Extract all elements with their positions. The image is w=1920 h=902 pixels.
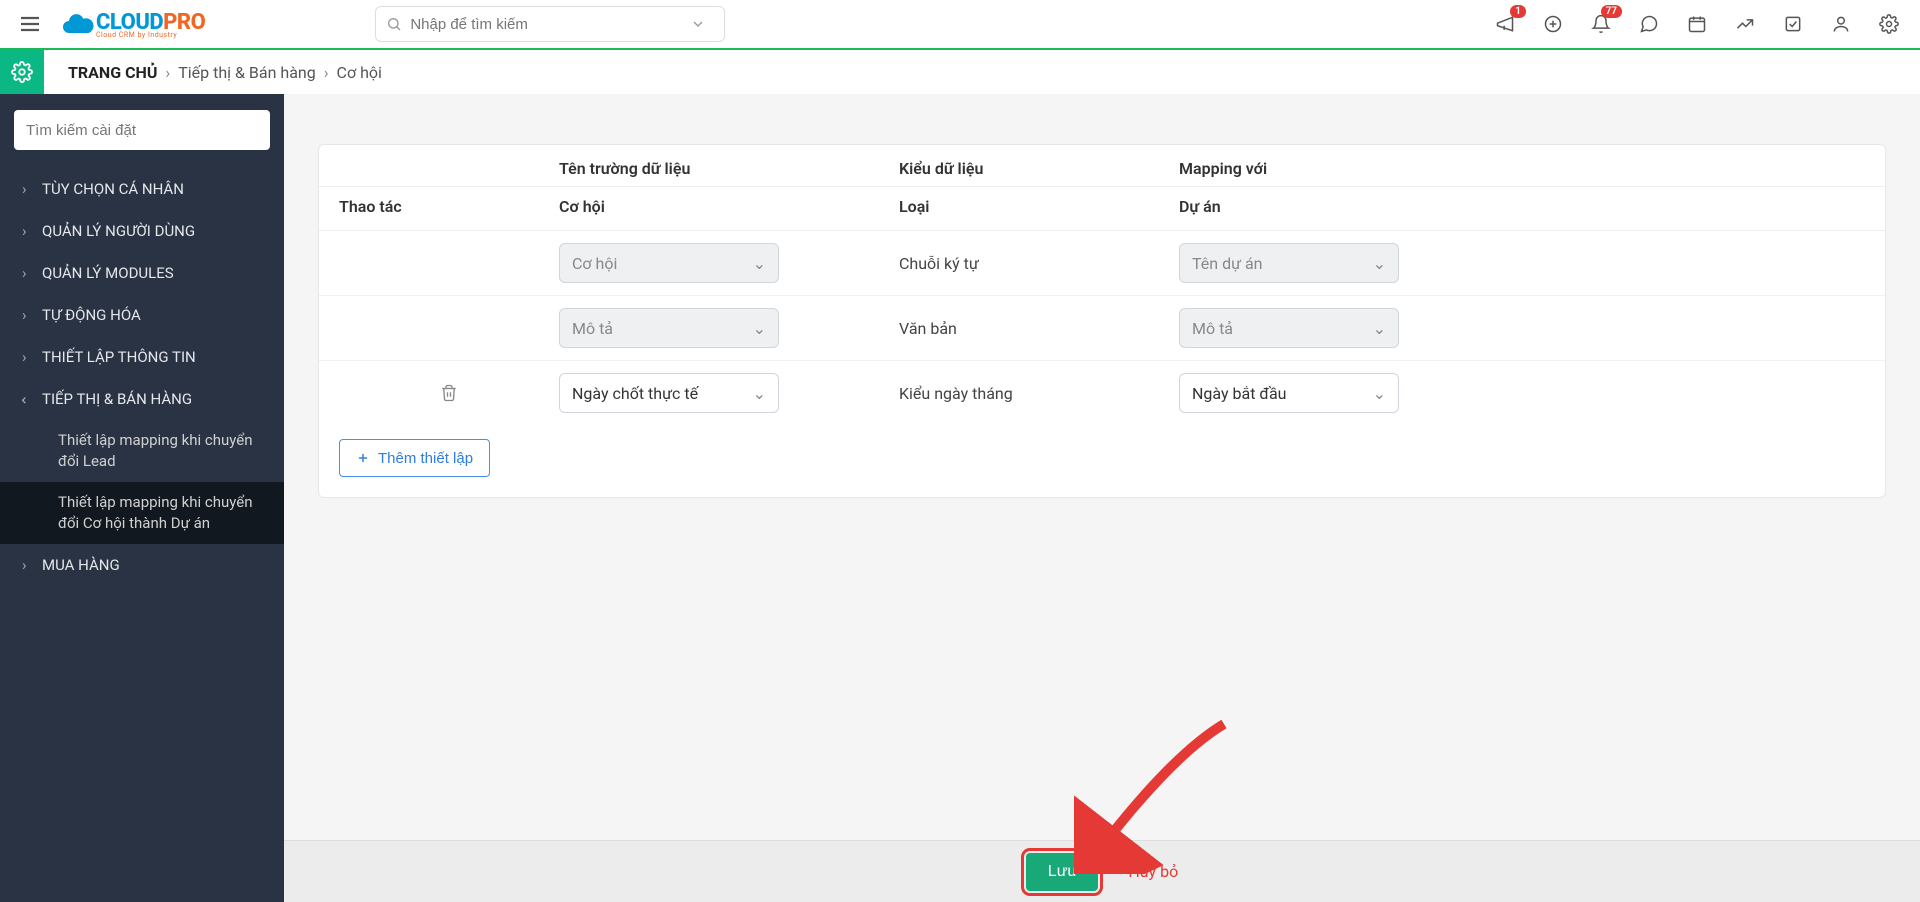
sidebar-item[interactable]: › QUẢN LÝ NGƯỜI DÙNG: [0, 210, 284, 252]
mapping-card: Tên trường dữ liệu Kiểu dữ liệu Mapping …: [318, 144, 1886, 498]
sidebar-sub-item[interactable]: Thiết lập mapping khi chuyển đổi Lead: [0, 420, 284, 482]
chevron-down-icon: ⌄: [753, 319, 766, 338]
sidebar-item-label: QUẢN LÝ MODULES: [42, 264, 174, 282]
sidebar-item-label: THIẾT LẬP THÔNG TIN: [42, 348, 196, 366]
save-button[interactable]: Lưu: [1026, 853, 1099, 891]
mapping-select[interactable]: Ngày bắt đầu ⌄: [1179, 373, 1399, 413]
col-data-type: Kiểu dữ liệu: [899, 159, 1179, 178]
mapping-select: Tên dự án ⌄: [1179, 243, 1399, 283]
breadcrumb-home[interactable]: TRANG CHỦ: [68, 63, 157, 82]
chevron-down-icon: ⌄: [1373, 254, 1386, 273]
chevron-icon: ›: [22, 556, 32, 574]
chevron-icon: ›: [22, 306, 32, 324]
sidebar-search-input[interactable]: [14, 110, 270, 150]
settings-panel-button[interactable]: [0, 50, 44, 94]
col-opportunity: Cơ hội: [559, 197, 899, 216]
select-value: Mô tả: [572, 319, 613, 338]
user-icon[interactable]: [1830, 13, 1852, 35]
sidebar-item-label: MUA HÀNG: [42, 556, 120, 574]
announcement-icon[interactable]: 1: [1494, 13, 1516, 35]
sidebar-item-label: TÙY CHỌN CÁ NHÂN: [42, 180, 184, 198]
sidebar-item[interactable]: › MUA HÀNG: [0, 544, 284, 586]
sidebar-item[interactable]: › TỰ ĐỘNG HÓA: [0, 294, 284, 336]
field-select: Cơ hội ⌄: [559, 243, 779, 283]
breadcrumb-sep: ›: [324, 63, 329, 82]
settings-sidebar: › TÙY CHỌN CÁ NHÂN › QUẢN LÝ NGƯỜI DÙNG › QUẢ…: [0, 94, 284, 902]
col-project: Dự án: [1179, 197, 1865, 216]
breadcrumb-l1[interactable]: Tiếp thị & Bán hàng: [178, 63, 316, 82]
chevron-down-icon: ⌄: [753, 254, 766, 273]
sidebar-item[interactable]: › QUẢN LÝ MODULES: [0, 252, 284, 294]
logo[interactable]: CLOUDPRO Cloud CRM by Industry: [60, 4, 205, 44]
chevron-icon: ›: [22, 348, 32, 366]
select-value: Tên dự án: [1192, 254, 1263, 273]
sidebar-sub-item[interactable]: Thiết lập mapping khi chuyển đổi Cơ hội …: [0, 482, 284, 544]
main-area: Tên trường dữ liệu Kiểu dữ liệu Mapping …: [284, 94, 1920, 902]
select-value: Mô tả: [1192, 319, 1233, 338]
task-icon[interactable]: [1782, 13, 1804, 35]
data-type-value: Kiểu ngày tháng: [899, 384, 1179, 403]
add-icon[interactable]: [1542, 13, 1564, 35]
cloud-icon: [60, 6, 96, 42]
analytics-icon[interactable]: [1734, 13, 1756, 35]
breadcrumb-l2[interactable]: Cơ hội: [337, 63, 382, 82]
settings-icon[interactable]: [1878, 13, 1900, 35]
data-type-value: Văn bản: [899, 319, 1179, 338]
chevron-down-icon: ⌄: [1373, 384, 1386, 403]
table-row: Ngày chốt thực tế⌄Kiểu ngày thángNgày bắ…: [319, 361, 1885, 425]
announcement-badge: 1: [1510, 5, 1526, 18]
field-select[interactable]: Ngày chốt thực tế ⌄: [559, 373, 779, 413]
table-row: Cơ hội ⌄ Chuỗi ký tự Tên dự án ⌄: [319, 231, 1885, 296]
col-field-name: Tên trường dữ liệu: [559, 159, 899, 178]
sidebar-item[interactable]: › TÙY CHỌN CÁ NHÂN: [0, 168, 284, 210]
chevron-down-icon: ⌄: [753, 384, 766, 403]
chevron-icon: ›: [22, 222, 32, 240]
field-select: Mô tả ⌄: [559, 308, 779, 348]
data-type-value: Chuỗi ký tự: [899, 254, 1179, 273]
topbar-actions: 1 77: [1494, 13, 1910, 35]
breadcrumb-row: TRANG CHỦ › Tiếp thị & Bán hàng › Cơ hội: [0, 50, 1920, 94]
mapping-select: Mô tả ⌄: [1179, 308, 1399, 348]
col-type: Loại: [899, 197, 1179, 216]
sidebar-item-label: QUẢN LÝ NGƯỜI DÙNG: [42, 222, 195, 240]
add-setting-label: Thêm thiết lập: [378, 450, 473, 467]
col-action: Thao tác: [339, 197, 559, 216]
chat-icon[interactable]: [1638, 13, 1660, 35]
notification-icon[interactable]: 77: [1590, 13, 1612, 35]
chevron-icon: ›: [22, 180, 32, 198]
chevron-down-icon: [690, 16, 706, 32]
chevron-down-icon: ⌄: [1373, 319, 1386, 338]
sidebar-item-label: TỰ ĐỘNG HÓA: [42, 306, 141, 324]
add-setting-button[interactable]: Thêm thiết lập: [339, 439, 490, 477]
calendar-icon[interactable]: [1686, 13, 1708, 35]
sidebar-item[interactable]: › THIẾT LẬP THÔNG TIN: [0, 336, 284, 378]
select-value: Ngày chốt thực tế: [572, 384, 698, 403]
delete-row-button[interactable]: [339, 384, 559, 402]
menu-toggle[interactable]: [10, 4, 50, 44]
footer-action-bar: Lưu Hủy bỏ: [284, 840, 1920, 902]
top-bar: CLOUDPRO Cloud CRM by Industry 1 77: [0, 0, 1920, 50]
sidebar-item-label: TIẾP THỊ & BÁN HÀNG: [42, 390, 192, 408]
cancel-link[interactable]: Hủy bỏ: [1128, 862, 1178, 881]
chevron-icon: ›: [22, 264, 32, 282]
chevron-icon: ⌄: [18, 394, 36, 404]
select-value: Ngày bắt đầu: [1192, 384, 1287, 403]
breadcrumb-sep: ›: [165, 63, 170, 82]
select-value: Cơ hội: [572, 254, 617, 273]
search-input[interactable]: [410, 16, 690, 33]
col-mapping: Mapping với: [1179, 159, 1865, 178]
sidebar-item[interactable]: ⌄ TIẾP THỊ & BÁN HÀNG: [0, 378, 284, 420]
breadcrumb: TRANG CHỦ › Tiếp thị & Bán hàng › Cơ hội: [44, 63, 382, 82]
notification-badge: 77: [1601, 5, 1622, 18]
global-search[interactable]: [375, 6, 725, 42]
table-row: Mô tả ⌄ Văn bản Mô tả ⌄: [319, 296, 1885, 361]
search-icon: [386, 16, 402, 32]
